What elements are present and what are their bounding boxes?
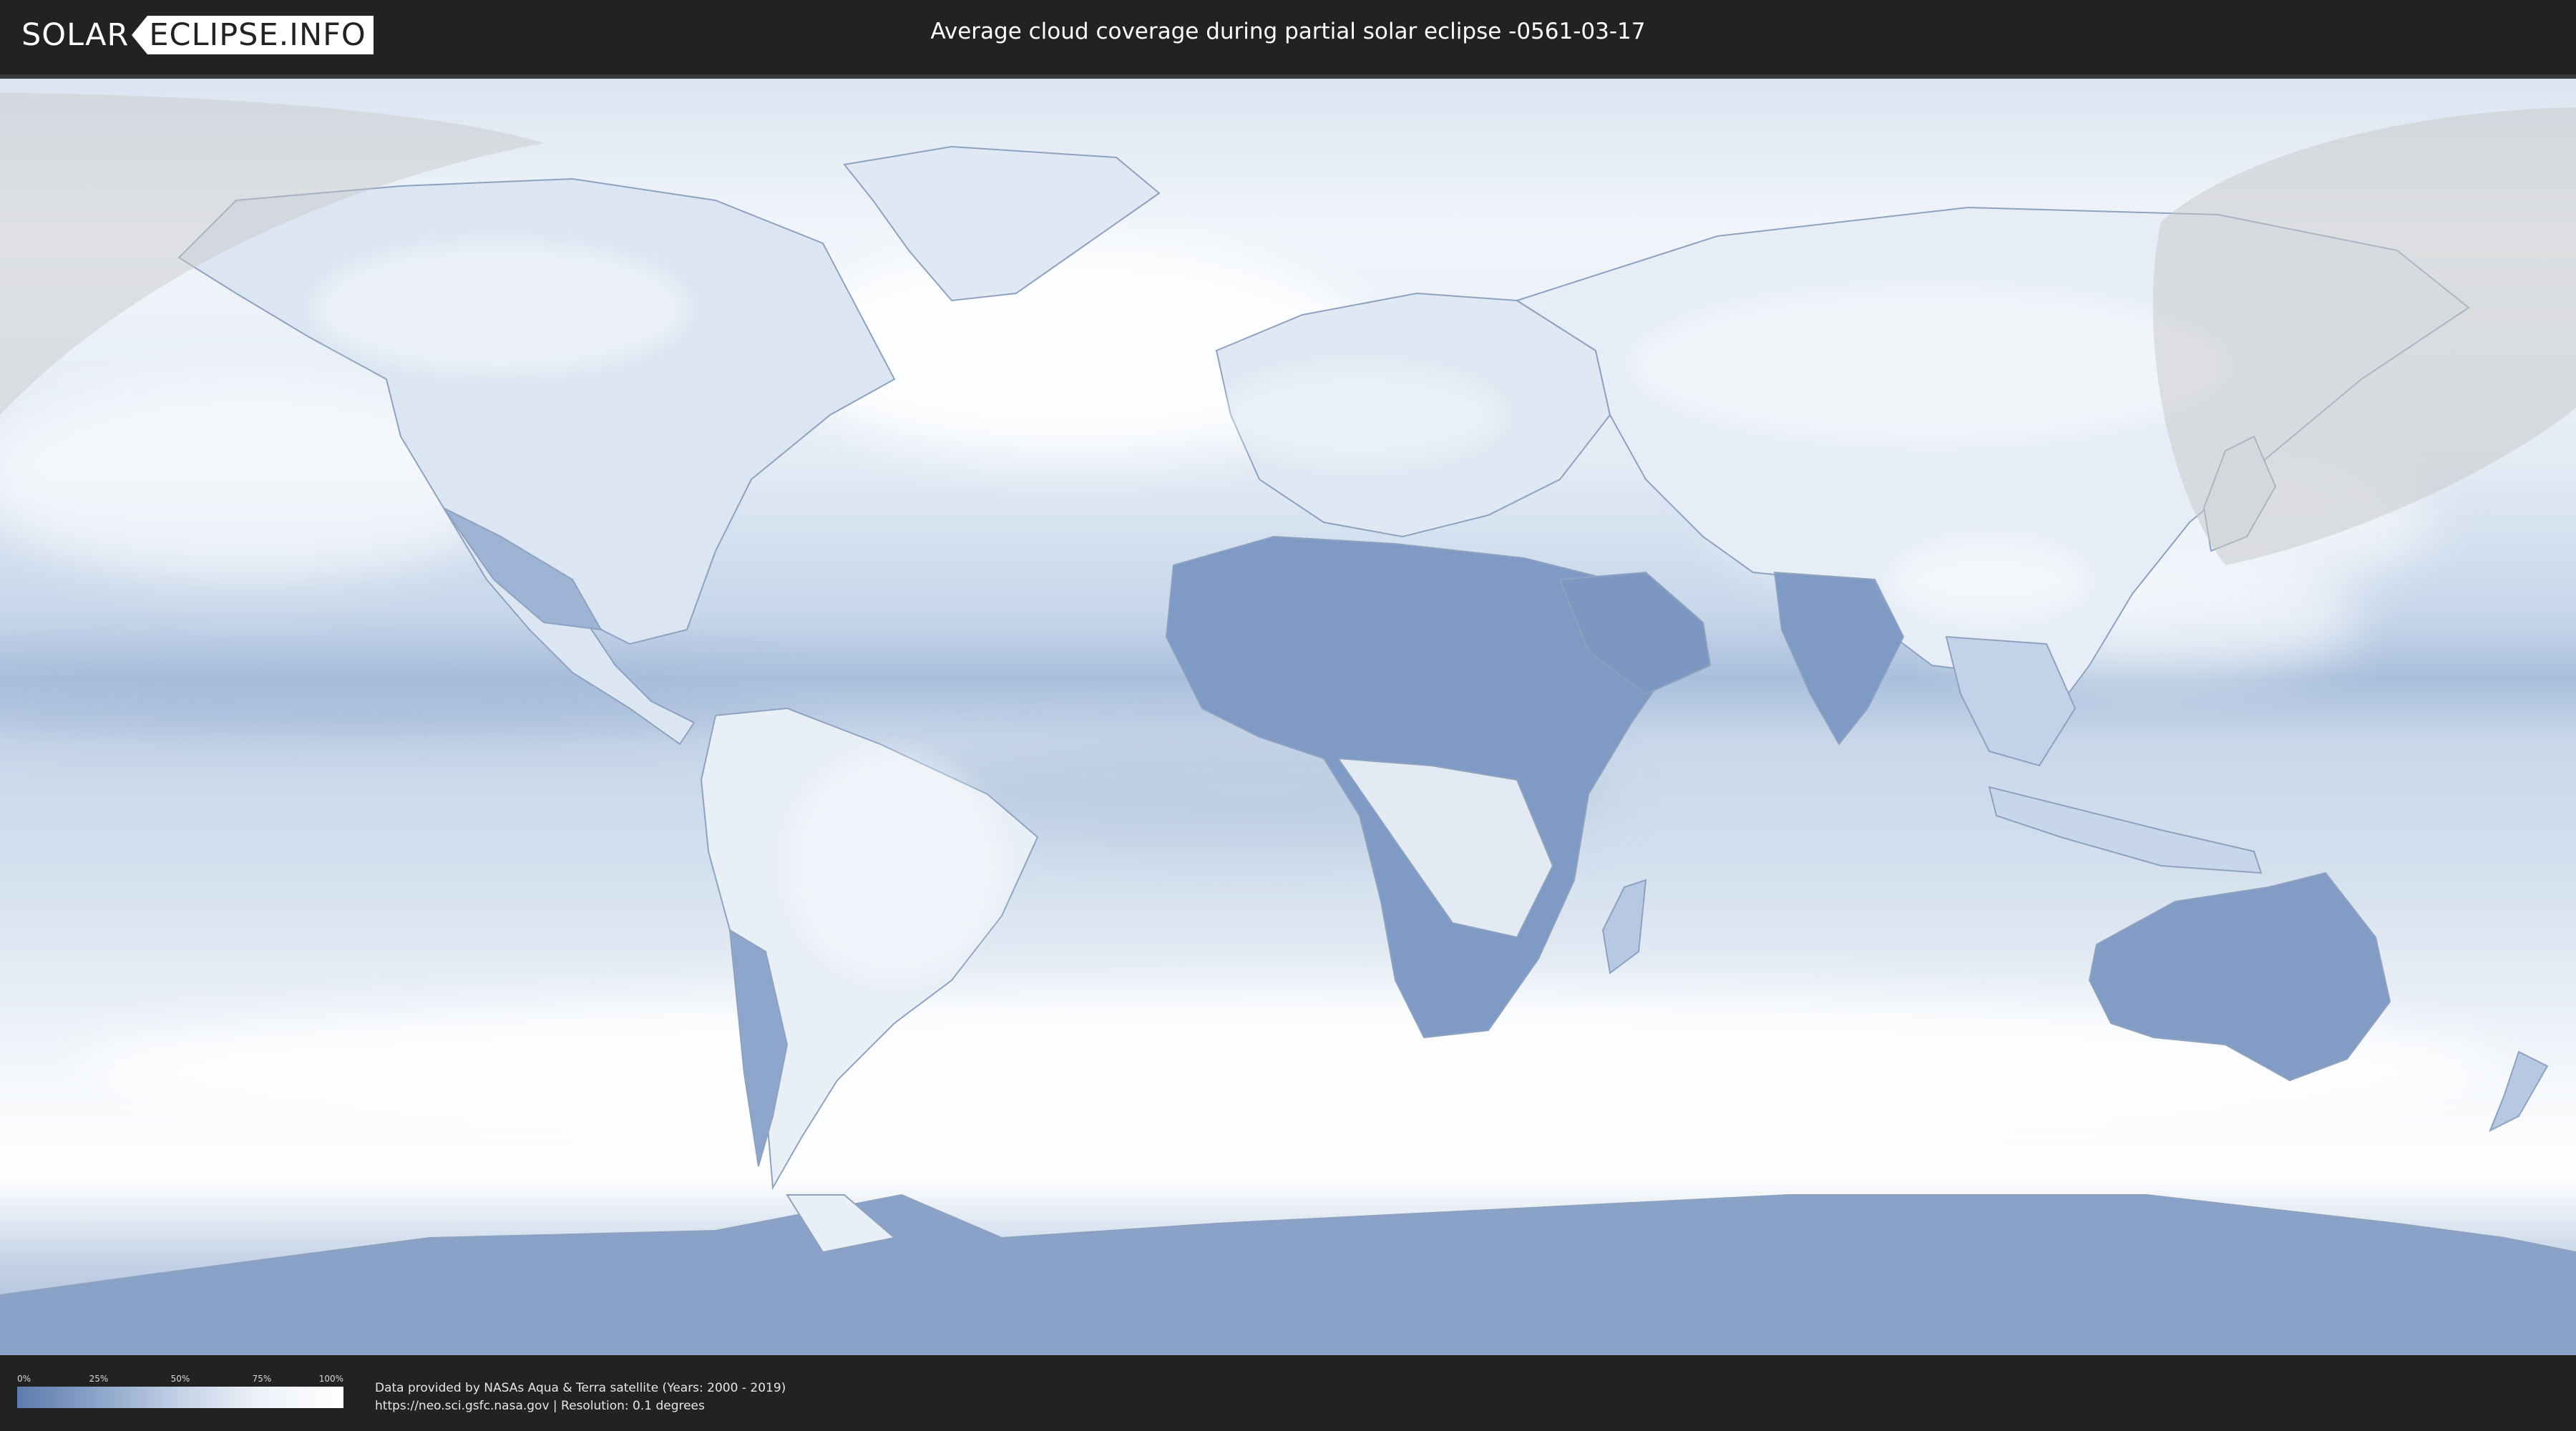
legend-ticks: 0% 25% 50% 75% 100% [17, 1374, 343, 1387]
page-title: Average cloud coverage during partial so… [930, 19, 1646, 44]
footer-bar: 0% 25% 50% 75% 100% Data provided by NAS… [0, 1358, 2576, 1431]
credits-line-source: Data provided by NASAs Aqua & Terra sate… [375, 1381, 786, 1395]
cloud-coverage-legend: 0% 25% 50% 75% 100% [17, 1374, 343, 1408]
data-credits: Data provided by NASAs Aqua & Terra sate… [375, 1379, 786, 1415]
legend-tick-75: 75% [252, 1374, 272, 1384]
header-bar: SOLAR ECLIPSE.INFO Average cloud coverag… [0, 0, 2576, 72]
credits-line-url[interactable]: https://neo.sci.gsfc.nasa.gov | Resoluti… [375, 1397, 786, 1415]
legend-tick-0: 0% [17, 1374, 31, 1384]
cloud-coverage-map[interactable] [0, 74, 2576, 1355]
legend-tick-25: 25% [89, 1374, 109, 1384]
legend-tick-100: 100% [318, 1374, 343, 1384]
legend-color-bar [17, 1387, 343, 1408]
legend-tick-50: 50% [170, 1374, 190, 1384]
